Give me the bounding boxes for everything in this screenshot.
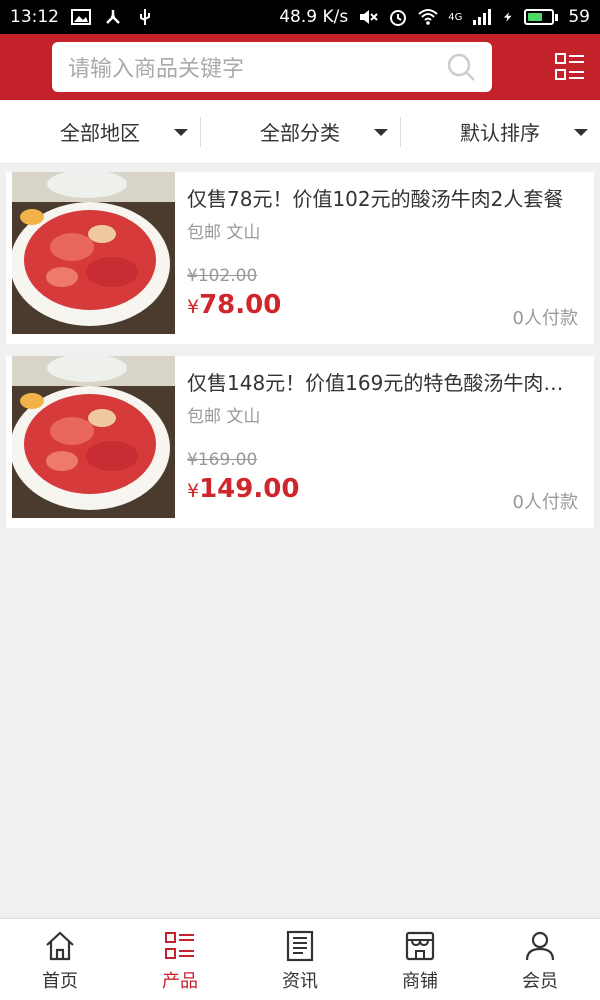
search-icon[interactable] bbox=[446, 52, 476, 82]
network-type: 4G bbox=[448, 11, 463, 23]
product-title: 仅售148元！价值169元的特色酸汤牛肉套餐 bbox=[187, 371, 577, 395]
product-info: 仅售78元！价值102元的酸汤牛肉2人套餐 包邮 文山 ¥102.00 ¥78.… bbox=[175, 172, 594, 344]
caret-down-icon bbox=[174, 129, 188, 136]
signal-icon bbox=[473, 9, 492, 25]
product-card[interactable]: 仅售78元！价值102元的酸汤牛肉2人套餐 包邮 文山 ¥102.00 ¥78.… bbox=[6, 172, 594, 344]
product-meta: 包邮 文山 bbox=[187, 407, 261, 427]
bottom-tab-bar: 首页 产品 资讯 商铺 会员 bbox=[0, 918, 600, 1000]
currency-symbol: ¥ bbox=[187, 480, 200, 502]
category-menu-icon[interactable] bbox=[554, 51, 586, 83]
product-sold-count: 0人付款 bbox=[512, 308, 578, 329]
status-bar: 13:12 48.9 K/s 4G 59 bbox=[0, 0, 600, 34]
product-list: 仅售78元！价值102元的酸汤牛肉2人套餐 包邮 文山 ¥102.00 ¥78.… bbox=[6, 172, 594, 540]
search-placeholder: 请输入商品关键字 bbox=[68, 57, 245, 82]
product-title: 仅售78元！价值102元的酸汤牛肉2人套餐 bbox=[187, 187, 564, 211]
product-price: ¥78.00 bbox=[187, 290, 281, 320]
price-value: 78.00 bbox=[199, 290, 282, 320]
product-old-price: ¥102.00 bbox=[187, 266, 258, 286]
tab-member[interactable]: 会员 bbox=[480, 919, 600, 1000]
charging-icon bbox=[504, 12, 512, 22]
product-meta: 包邮 文山 bbox=[187, 223, 261, 243]
price-value: 149.00 bbox=[199, 474, 300, 504]
shop-icon bbox=[405, 931, 435, 961]
tab-home-label: 首页 bbox=[42, 971, 78, 992]
filter-sort-label: 默认排序 bbox=[460, 121, 540, 145]
filter-region[interactable]: 全部地区 bbox=[0, 100, 200, 163]
product-price: ¥149.00 bbox=[187, 474, 299, 504]
filter-bar: 全部地区 全部分类 默认排序 bbox=[0, 100, 600, 164]
home-icon bbox=[46, 931, 74, 961]
alarm-icon bbox=[390, 10, 407, 26]
gallery-notification-icon bbox=[71, 9, 91, 25]
tab-news[interactable]: 资讯 bbox=[240, 919, 360, 1000]
currency-symbol: ¥ bbox=[187, 296, 200, 318]
battery-icon bbox=[524, 9, 559, 25]
filter-region-label: 全部地区 bbox=[60, 121, 140, 145]
product-sold-count: 0人付款 bbox=[512, 492, 578, 513]
news-icon bbox=[286, 930, 314, 962]
list-icon bbox=[165, 932, 194, 959]
mute-icon bbox=[360, 10, 378, 24]
product-card[interactable]: 仅售148元！价值169元的特色酸汤牛肉套餐 包邮 文山 ¥169.00 ¥14… bbox=[6, 356, 594, 528]
product-info: 仅售148元！价值169元的特色酸汤牛肉套餐 包邮 文山 ¥169.00 ¥14… bbox=[175, 356, 594, 528]
network-speed: 48.9 K/s bbox=[279, 7, 349, 27]
tab-home[interactable]: 首页 bbox=[0, 919, 120, 1000]
tab-products[interactable]: 产品 bbox=[120, 919, 240, 1000]
filter-sort[interactable]: 默认排序 bbox=[400, 100, 600, 163]
product-image bbox=[12, 356, 175, 518]
caret-down-icon bbox=[374, 129, 388, 136]
tab-shop-label: 商铺 bbox=[402, 971, 438, 992]
product-old-price: ¥169.00 bbox=[187, 450, 258, 470]
user-icon bbox=[525, 931, 555, 961]
filter-category-label: 全部分类 bbox=[260, 121, 340, 145]
tab-member-label: 会员 bbox=[522, 971, 558, 992]
header-bar: 请输入商品关键字 bbox=[0, 34, 600, 100]
tab-news-label: 资讯 bbox=[282, 971, 318, 992]
tab-shop[interactable]: 商铺 bbox=[360, 919, 480, 1000]
battery-level: 59 bbox=[568, 7, 590, 27]
tab-products-label: 产品 bbox=[162, 971, 198, 992]
filter-category[interactable]: 全部分类 bbox=[200, 100, 400, 163]
search-input[interactable]: 请输入商品关键字 bbox=[52, 42, 492, 92]
caret-down-icon bbox=[574, 129, 588, 136]
share-notification-icon bbox=[106, 10, 120, 24]
status-time: 13:12 bbox=[10, 7, 59, 27]
wifi-icon bbox=[418, 9, 438, 25]
usb-icon bbox=[140, 9, 150, 25]
product-image bbox=[12, 172, 175, 334]
